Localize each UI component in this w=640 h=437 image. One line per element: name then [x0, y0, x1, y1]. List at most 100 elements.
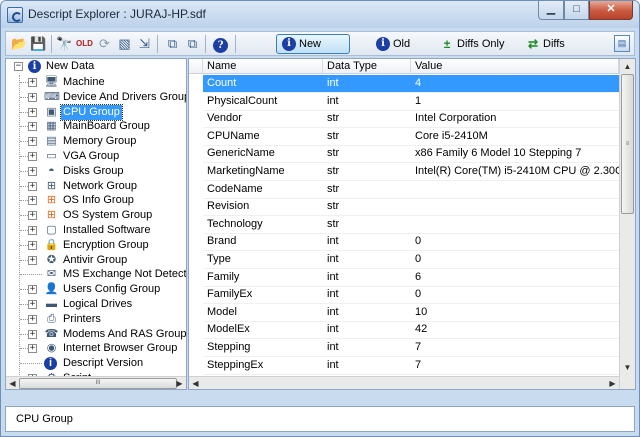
- table-row[interactable]: Model int 10: [189, 303, 619, 322]
- scroll-right-arrow[interactable]: ▶: [173, 377, 186, 389]
- scroll-right-arrow[interactable]: ▶: [606, 377, 619, 389]
- table-row[interactable]: Vendor str Intel Corporation: [189, 110, 619, 129]
- table-row[interactable]: Technology str: [189, 215, 619, 234]
- scroll-up-arrow[interactable]: ▲: [620, 59, 635, 74]
- diffs-button-label: Diffs: [543, 38, 565, 50]
- cell-type: int: [327, 341, 339, 353]
- expand-toggle[interactable]: +: [28, 300, 37, 309]
- expand-toggle[interactable]: +: [28, 255, 37, 265]
- panel-toggle-icon[interactable]: ▤: [614, 35, 630, 52]
- tree-item[interactable]: + ▭ VGA Group: [6, 149, 186, 164]
- expand-toggle[interactable]: +: [28, 107, 37, 117]
- tree-item[interactable]: + ⌨ Device And Drivers Group: [6, 90, 186, 105]
- tree-item[interactable]: + ▬ Logical Drives: [6, 297, 186, 312]
- tree-item[interactable]: + ✪ Antivir Group: [6, 253, 186, 268]
- export-icon[interactable]: ⇲: [136, 35, 153, 52]
- tree-item[interactable]: + ▢ Installed Software: [6, 223, 186, 238]
- expand-toggle[interactable]: +: [28, 314, 37, 324]
- tree-item[interactable]: i Descript Version: [6, 356, 186, 371]
- expand-toggle[interactable]: +: [28, 329, 37, 339]
- tree-item[interactable]: + ⊞ OS Info Group: [6, 193, 186, 208]
- tree-item[interactable]: + ⎙ Printers: [6, 312, 186, 327]
- table-row[interactable]: PhysicalCount int 1: [189, 92, 619, 111]
- column-header-value[interactable]: Value: [411, 59, 619, 74]
- expand-toggle[interactable]: +: [28, 152, 37, 161]
- tree-guide-line: [20, 230, 28, 231]
- diffs-button[interactable]: ⇄ Diffs: [520, 34, 572, 54]
- tree-item[interactable]: + 🖥 Machine: [6, 75, 186, 90]
- tree-item[interactable]: + 🔒 Encryption Group: [6, 238, 186, 253]
- scroll-thumb[interactable]: III: [19, 378, 177, 389]
- table-row[interactable]: Brand int 0: [189, 233, 619, 252]
- tree-item[interactable]: ✉ MS Exchange Not Detecte: [6, 267, 186, 282]
- expand-toggle[interactable]: +: [28, 78, 37, 87]
- table-row[interactable]: Count int 4: [189, 75, 619, 93]
- tree-item[interactable]: + 👤 Users Config Group: [6, 282, 186, 297]
- tree-guide-line: [20, 318, 28, 320]
- tree-item-label: Device And Drivers Group: [63, 90, 187, 103]
- table-row[interactable]: Revision str: [189, 198, 619, 217]
- new-button[interactable]: i New: [276, 34, 350, 54]
- tree-item[interactable]: + ☎ Modems And RAS Group: [6, 327, 186, 342]
- table-row[interactable]: CPUName str Core i5-2410M: [189, 127, 619, 146]
- table-row[interactable]: MarketingName str Intel(R) Core(TM) i5-241…: [189, 163, 619, 181]
- compare-left-icon[interactable]: ⧉: [164, 35, 181, 52]
- diffs-only-button[interactable]: ± Diffs Only: [434, 34, 506, 54]
- expand-toggle[interactable]: +: [28, 196, 37, 206]
- tree-item[interactable]: + ◉ Internet Browser Group: [6, 341, 186, 356]
- column-header-data-type[interactable]: Data Type: [323, 59, 411, 74]
- old-button[interactable]: i Old: [370, 34, 420, 54]
- expand-toggle[interactable]: +: [28, 344, 37, 354]
- collapse-toggle[interactable]: −: [14, 62, 23, 71]
- table-row[interactable]: GenericName str x86 Family 6 Model 10 Step…: [189, 145, 619, 164]
- expand-toggle[interactable]: +: [28, 285, 37, 295]
- expand-toggle[interactable]: +: [28, 181, 37, 191]
- tree-item[interactable]: + ◓ Disks Group: [6, 164, 186, 179]
- tree-item[interactable]: + ▦ MainBoard Group: [6, 119, 186, 134]
- grid-horizontal-scrollbar[interactable]: ◀ ▶: [189, 376, 619, 389]
- open-folder-icon[interactable]: 📂: [11, 35, 28, 52]
- scroll-left-arrow[interactable]: ◀: [189, 377, 202, 389]
- maximize-button[interactable]: □: [564, 1, 589, 20]
- tree-horizontal-scrollbar[interactable]: ◀ III ▶: [6, 376, 186, 389]
- table-row[interactable]: CodeName str: [189, 180, 619, 199]
- old-data-icon[interactable]: OLD: [76, 35, 93, 52]
- tree-item[interactable]: + ▤ Memory Group: [6, 134, 186, 149]
- help-icon[interactable]: ?: [212, 35, 229, 53]
- expand-toggle[interactable]: +: [28, 137, 37, 147]
- tree-item[interactable]: + ⊞ Network Group: [6, 179, 186, 194]
- compare-right-icon[interactable]: ⧉: [184, 35, 201, 52]
- cell-name: Count: [207, 77, 237, 89]
- expand-toggle[interactable]: +: [28, 122, 37, 132]
- table-row[interactable]: Family int 6: [189, 268, 619, 287]
- tree-item-label: Users Config Group: [63, 283, 161, 296]
- close-button[interactable]: ✕: [589, 1, 633, 20]
- table-row[interactable]: Stepping int 7: [189, 339, 619, 357]
- minimize-button[interactable]: ▁: [538, 1, 564, 20]
- scroll-left-arrow[interactable]: ◀: [6, 377, 19, 389]
- scroll-thumb[interactable]: ≡: [621, 74, 634, 214]
- disk-icon: ◓: [48, 164, 55, 177]
- save-icon[interactable]: 💾: [30, 35, 47, 52]
- tree-root[interactable]: − i New Data: [6, 59, 186, 74]
- table-row[interactable]: FamilyEx int 0: [189, 286, 619, 305]
- refresh-icon[interactable]: ⟳: [96, 35, 113, 52]
- tree-item[interactable]: + ⊞ OS System Group: [6, 208, 186, 223]
- tree-guide-line: [20, 82, 28, 83]
- find-icon[interactable]: 🔭: [56, 35, 73, 52]
- column-header-name[interactable]: Name: [203, 59, 323, 74]
- expand-toggle[interactable]: +: [28, 92, 37, 102]
- scroll-down-arrow[interactable]: ▼: [620, 360, 635, 375]
- cell-type: str: [327, 165, 340, 177]
- expand-toggle[interactable]: +: [28, 226, 37, 235]
- table-row[interactable]: ModelEx int 42: [189, 321, 619, 340]
- tree-item[interactable]: + ▣ CPU Group: [6, 103, 186, 121]
- expand-toggle[interactable]: +: [28, 211, 37, 221]
- expand-toggle[interactable]: +: [28, 240, 37, 250]
- table-row[interactable]: SteppingEx int 7: [189, 356, 619, 375]
- report-icon[interactable]: ▧: [116, 35, 133, 52]
- expand-toggle[interactable]: +: [28, 166, 37, 176]
- tree-item-label: MainBoard Group: [63, 120, 150, 133]
- table-row[interactable]: Type int 0: [189, 251, 619, 269]
- grid-vertical-scrollbar[interactable]: ▲ ≡ ▼: [619, 59, 635, 389]
